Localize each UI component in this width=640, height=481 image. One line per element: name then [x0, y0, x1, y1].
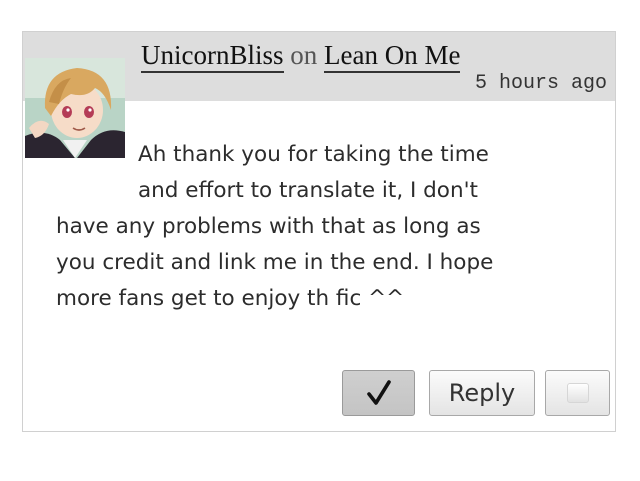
comment-body: Ah thank you for taking the time and eff…	[56, 137, 581, 317]
comment-line: more fans get to enjoy th fic ^^	[56, 286, 405, 311]
comment-line: Ah thank you for taking the time	[138, 142, 489, 167]
author-link[interactable]: UnicornBliss	[141, 40, 284, 73]
work-title-link[interactable]: Lean On Me	[324, 40, 461, 73]
comment-card: UnicornBliss on Lean On Me 5 hours ago A…	[22, 31, 616, 432]
comment-line: you credit and link me in the end. I hop…	[56, 250, 494, 275]
square-icon	[566, 383, 589, 403]
comment-line: and effort to translate it, I don't	[138, 178, 478, 203]
byline-connector: on	[290, 40, 318, 70]
reply-button[interactable]: Reply	[429, 370, 535, 416]
comment-line: have any problems with that as long as	[56, 214, 481, 239]
byline: UnicornBliss on Lean On Me	[141, 40, 461, 73]
timestamp: 5 hours ago	[474, 72, 607, 95]
mark-read-button[interactable]	[342, 370, 415, 416]
more-button[interactable]	[545, 370, 610, 416]
checkmark-icon	[366, 380, 391, 405]
